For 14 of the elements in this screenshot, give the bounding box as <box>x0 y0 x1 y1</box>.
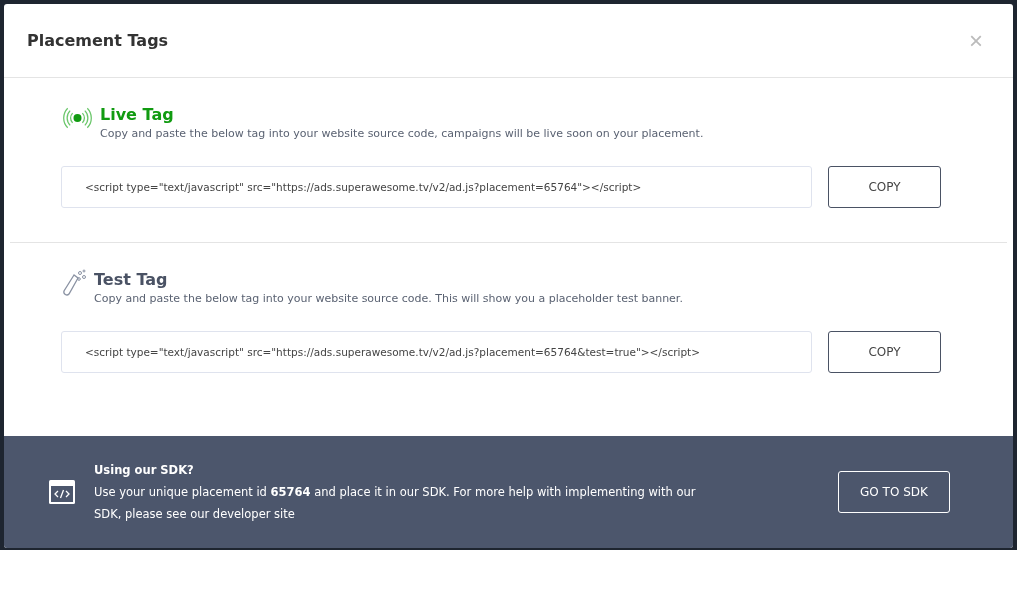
go-to-sdk-button[interactable]: GO TO SDK <box>838 471 950 513</box>
code-window-icon <box>48 479 76 505</box>
test-tube-icon <box>61 269 88 297</box>
tag-description: Copy and paste the below tag into your website source code. This will show you a placeholder test banner. <box>94 292 683 305</box>
tag-description: Copy and paste the below tag into your website source code, campaigns will be live soon on your placement. <box>100 127 704 140</box>
tag-title: Test Tag <box>94 269 169 291</box>
tag-title: Live Tag <box>100 104 175 126</box>
sdk-title: Using our SDK? <box>94 462 195 479</box>
copy-button[interactable]: COPY <box>828 331 941 373</box>
copy-button[interactable]: COPY <box>828 166 941 208</box>
code-field[interactable]: <script type="text/javascript" src="https://ads.superawesome.tv/v2/ad.js?placement=65764&test=true"></script> <box>61 331 812 373</box>
dialog-title: Placement Tags <box>27 31 169 50</box>
sdk-text: Use your unique placement id 65764 and place it in our SDK. For more help with implementing with our SDK, please see our developer site <box>94 484 697 523</box>
code-field[interactable]: <script type="text/javascript" src="https://ads.superawesome.tv/v2/ad.js?placement=65764"></script> <box>61 166 812 208</box>
